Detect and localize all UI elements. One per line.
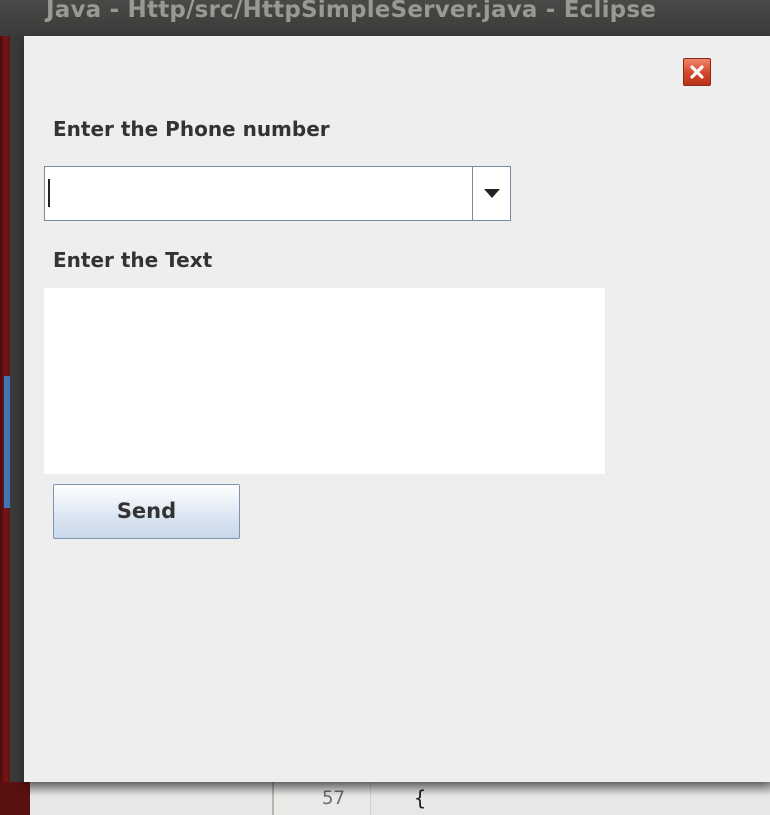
phone-label: Enter the Phone number (53, 117, 330, 141)
eclipse-side-highlight (4, 376, 10, 508)
eclipse-window-title: Java - Http/src/HttpSimpleServer.java - … (46, 0, 657, 23)
eclipse-side-panel (0, 36, 10, 815)
message-textarea[interactable] (44, 288, 605, 474)
send-button[interactable]: Send (53, 484, 240, 539)
sms-dialog: Enter the Phone number Enter the Text Se… (24, 36, 770, 782)
dialog-shadow (30, 782, 770, 796)
phone-combobox[interactable] (44, 166, 511, 221)
eclipse-editor-strip: 57 { (0, 782, 770, 815)
text-cursor (48, 179, 50, 207)
close-button[interactable] (683, 58, 711, 86)
phone-dropdown-button[interactable] (472, 167, 510, 220)
text-label: Enter the Text (53, 248, 213, 272)
eclipse-titlebar: Java - Http/src/HttpSimpleServer.java - … (0, 0, 770, 36)
chevron-down-icon (484, 189, 500, 198)
close-icon (690, 65, 704, 79)
eclipse-side-panel-bottom (0, 782, 30, 815)
phone-input[interactable] (45, 167, 472, 220)
